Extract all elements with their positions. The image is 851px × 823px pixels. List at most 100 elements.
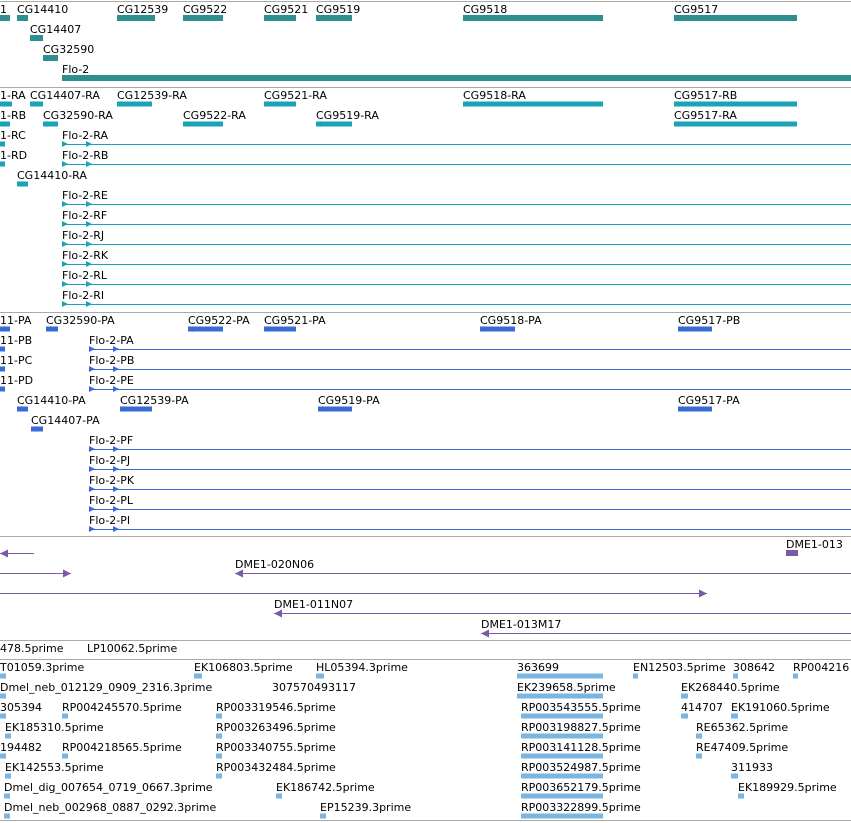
feature[interactable]: RP004245570.5prime [62, 701, 182, 719]
feature[interactable]: DME1-020N06 [235, 558, 851, 578]
feature[interactable]: CG9522-PA [188, 314, 250, 332]
feature[interactable]: Flo-2-PF [89, 434, 851, 452]
feature-glyph[interactable] [316, 15, 352, 21]
feature[interactable]: Flo-2-RF [62, 209, 851, 227]
feature[interactable]: EK142553.5prime [5, 761, 104, 779]
feature[interactable]: 11-PB [0, 334, 32, 352]
feature[interactable]: RP004216 [793, 661, 849, 679]
feature[interactable]: 308642 [733, 661, 775, 679]
feature[interactable]: RP004218565.5prime [62, 741, 182, 759]
feature-glyph[interactable] [183, 121, 223, 127]
feature[interactable]: CG9518-RA [463, 89, 603, 107]
feature[interactable]: CG9521-PA [264, 314, 326, 332]
feature-glyph[interactable] [521, 773, 603, 779]
feature[interactable]: 1-RA [0, 89, 26, 107]
feature[interactable]: CG12539-RA [117, 89, 187, 107]
feature[interactable]: EK106803.5prime [194, 661, 293, 679]
feature-glyph[interactable] [521, 753, 603, 759]
feature[interactable]: CG9521 [264, 3, 308, 21]
feature-glyph[interactable] [117, 15, 155, 21]
feature[interactable]: 194482 [0, 741, 42, 759]
feature[interactable]: CG9522-RA [183, 109, 246, 127]
feature[interactable]: Flo-2-RA [62, 129, 851, 147]
feature[interactable]: RE65362.5prime [696, 721, 788, 739]
feature-glyph[interactable] [463, 101, 603, 107]
feature[interactable]: 414707 [681, 701, 723, 719]
feature[interactable]: EK185310.5prime [5, 721, 104, 739]
feature[interactable]: CG9517-PB [678, 314, 740, 332]
feature[interactable]: Flo-2-RI [62, 289, 851, 307]
feature[interactable]: 11-PC [0, 354, 33, 372]
feature[interactable]: CG9517-RB [674, 89, 797, 107]
feature[interactable]: Flo-2-PJ [89, 454, 851, 472]
feature[interactable]: CG12539-PA [120, 394, 189, 412]
feature-glyph[interactable] [517, 673, 603, 679]
feature[interactable]: 1-RD [0, 149, 27, 167]
feature[interactable]: CG14410 [17, 3, 68, 21]
feature[interactable]: Flo-2-RJ [62, 229, 851, 247]
feature-glyph[interactable] [674, 121, 797, 127]
feature[interactable]: Flo-2-RL [62, 269, 851, 287]
feature-glyph[interactable] [517, 693, 603, 699]
feature[interactable]: EP15239.3prime [320, 801, 411, 819]
feature[interactable]: EK239658.5prime [517, 681, 616, 699]
feature-glyph[interactable] [674, 15, 797, 21]
feature-glyph[interactable] [678, 326, 712, 332]
feature[interactable]: CG14407 [30, 23, 81, 41]
feature[interactable]: CG9522 [183, 3, 227, 21]
feature-glyph[interactable] [17, 15, 28, 21]
feature-glyph[interactable] [188, 326, 223, 332]
feature[interactable]: CG12539 [117, 3, 168, 21]
feature[interactable]: LP10062.5prime [87, 642, 178, 655]
feature[interactable]: 1 [0, 3, 10, 21]
feature[interactable]: RP003263496.5prime [216, 721, 336, 739]
feature[interactable]: RP003543555.5prime [521, 701, 641, 719]
feature[interactable]: CG9519 [316, 3, 360, 21]
feature-glyph[interactable] [0, 15, 10, 21]
feature[interactable]: CG32590 [43, 43, 94, 61]
feature[interactable]: 307570493117 [272, 681, 356, 694]
feature-glyph[interactable] [521, 813, 603, 819]
feature[interactable]: CG14410-PA [17, 394, 86, 412]
feature-glyph[interactable] [318, 406, 352, 412]
feature[interactable]: CG9518 [463, 3, 603, 21]
feature[interactable]: RP003340755.5prime [216, 741, 336, 759]
feature[interactable]: EK186742.5prime [276, 781, 375, 799]
feature[interactable]: CG9517-PA [678, 394, 740, 412]
feature[interactable]: RP003524987.5prime [521, 761, 641, 779]
feature[interactable]: EK191060.5prime [731, 701, 830, 719]
feature[interactable]: Dmel_neb_002968_0887_0292.3prime [4, 801, 216, 819]
feature-glyph[interactable] [463, 15, 603, 21]
feature[interactable]: Flo-2-PA [89, 334, 851, 352]
feature[interactable]: CG14407-PA [31, 414, 100, 432]
feature[interactable]: EK189929.5prime [738, 781, 837, 799]
feature[interactable]: Dmel_neb_012129_0909_2316.3prime [0, 681, 212, 699]
feature[interactable]: 11-PA [0, 314, 32, 332]
feature-glyph[interactable] [678, 406, 712, 412]
feature[interactable]: DME1-013 [786, 538, 843, 556]
feature-glyph[interactable] [183, 15, 223, 21]
feature-glyph[interactable] [264, 15, 296, 21]
feature-glyph[interactable] [316, 121, 352, 127]
feature[interactable]: EN12503.5prime [633, 661, 726, 679]
feature-glyph[interactable] [521, 733, 603, 739]
feature[interactable]: 311933 [731, 761, 773, 779]
feature[interactable]: T01059.3prime [0, 661, 84, 679]
feature[interactable] [0, 589, 707, 598]
feature[interactable]: Flo-2-RK [62, 249, 851, 267]
feature[interactable]: RP003319546.5prime [216, 701, 336, 719]
feature[interactable]: 305394 [0, 701, 42, 719]
feature[interactable]: RP003141128.5prime [521, 741, 641, 759]
feature-glyph[interactable] [786, 550, 798, 556]
feature[interactable]: CG14407-RA [30, 89, 100, 107]
feature[interactable]: 363699 [517, 661, 603, 679]
feature[interactable]: RP003432484.5prime [216, 761, 336, 779]
feature[interactable]: RE47409.5prime [696, 741, 788, 759]
feature[interactable]: CG14410-RA [17, 169, 87, 187]
feature[interactable]: DME1-011N07 [274, 598, 851, 618]
feature[interactable]: DME1-013M17 [481, 618, 851, 638]
feature-glyph[interactable] [62, 75, 851, 81]
feature-glyph[interactable] [674, 101, 797, 107]
feature[interactable]: CG9521-RA [264, 89, 327, 107]
feature[interactable]: Flo-2-PB [89, 354, 851, 372]
